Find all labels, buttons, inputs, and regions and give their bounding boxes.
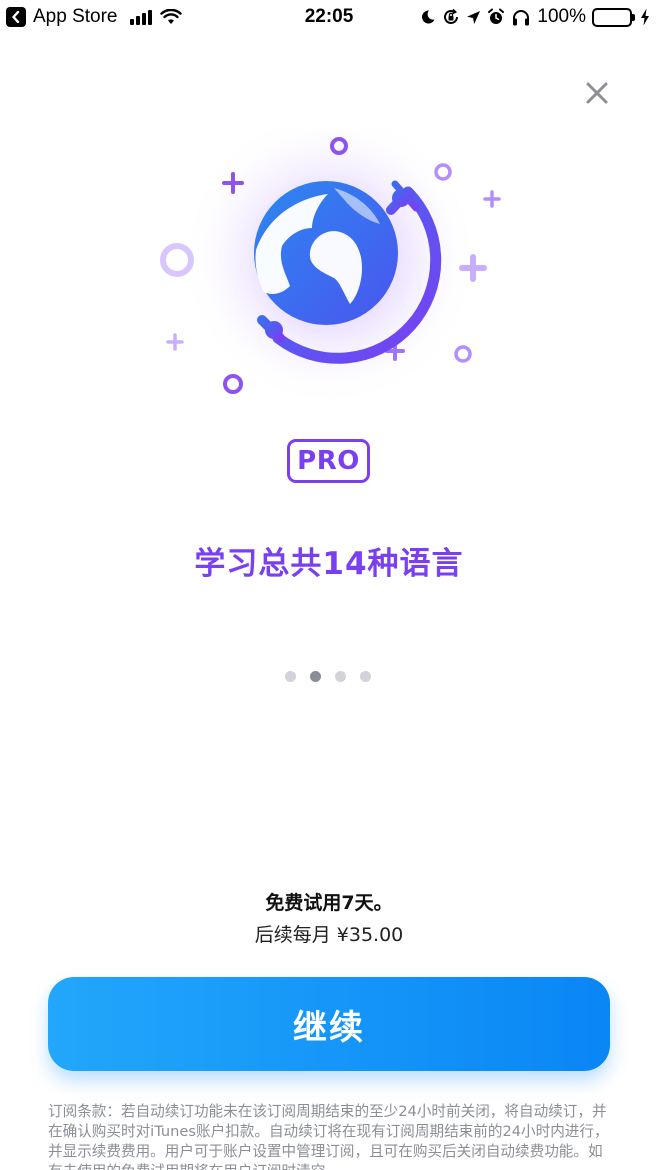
close-icon [586, 82, 608, 104]
feature-headline: 学习总共14种语言 [194, 546, 464, 582]
back-app-label: App Store [33, 6, 118, 27]
page-indicator[interactable] [285, 671, 371, 682]
back-chevron-icon [6, 7, 26, 27]
orientation-lock-icon [444, 8, 459, 24]
location-icon [467, 10, 481, 24]
alarm-icon [488, 8, 505, 24]
signal-icon [129, 9, 152, 25]
close-button[interactable] [580, 76, 614, 110]
wifi-icon [159, 9, 182, 24]
battery-icon [592, 7, 635, 27]
back-to-app[interactable]: App Store [6, 4, 182, 30]
page-dot[interactable] [335, 671, 346, 682]
trial-text: 免费试用7天。 [265, 892, 393, 914]
charging-icon [641, 8, 649, 26]
pro-badge: PRO [287, 439, 370, 483]
battery-percent: 100% [537, 6, 586, 27]
hero-illustration [150, 108, 510, 408]
continue-button-label: 继续 [293, 1007, 365, 1048]
pro-badge-label: PRO [297, 446, 360, 476]
subscription-terms: 订阅条款：若自动续订功能未在该订阅周期结束的至少24小时前关闭，将自动续订，并在… [48, 1103, 609, 1170]
page-dot[interactable] [285, 671, 296, 682]
headphones-icon [513, 10, 530, 26]
status-bar: App Store 22:05 100% [0, 0, 658, 36]
page-dot-active[interactable] [310, 671, 321, 682]
status-icons: 100% [420, 5, 650, 29]
continue-button[interactable]: 继续 [48, 977, 610, 1071]
moon-icon [422, 10, 435, 24]
price-text: 后续每月 ¥35.00 [254, 924, 404, 946]
page-dot[interactable] [360, 671, 371, 682]
